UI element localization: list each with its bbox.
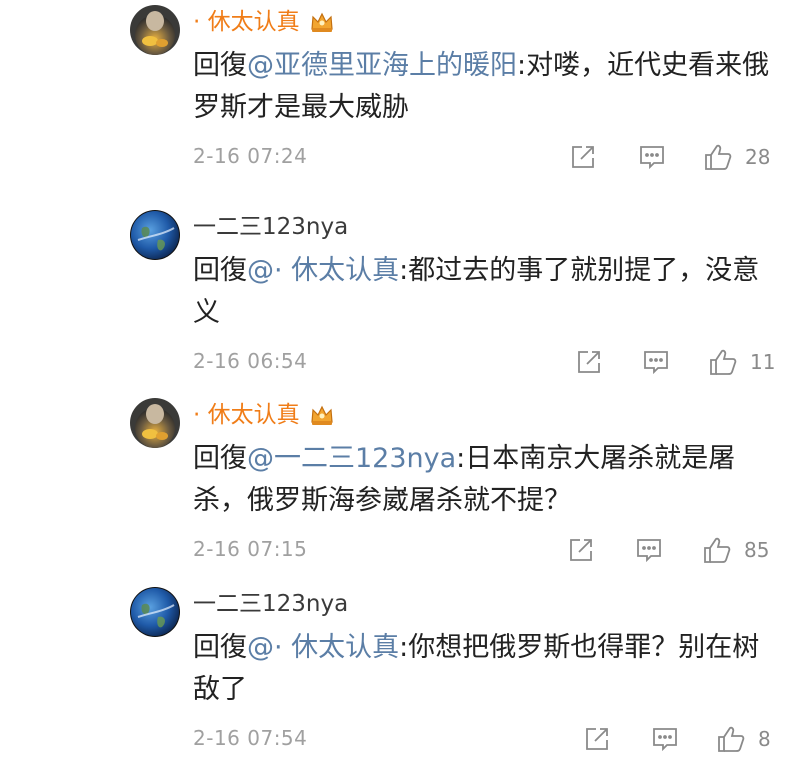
comment-icon[interactable]	[650, 724, 680, 754]
reply-prefix: 回復	[193, 632, 247, 663]
comment-item: · 休太认真 回復@亚德里亚海上的暖阳:对喽，近代史看来俄罗斯才是最大威胁 2-…	[0, 0, 800, 190]
reply-prefix: 回復	[193, 50, 247, 81]
mention-link[interactable]: @· 休太认真	[247, 632, 399, 663]
share-icon[interactable]	[574, 347, 604, 377]
crown-badge-icon	[310, 10, 334, 42]
comment-item: · 休太认真 回復@一二三123nya:日本南京大屠杀就是屠杀，俄罗斯海参崴屠杀…	[0, 393, 800, 583]
timestamp: 2-16 06:54	[193, 349, 308, 373]
reply-prefix: 回復	[193, 255, 247, 286]
comment-icon[interactable]	[637, 142, 667, 172]
comment-icon[interactable]	[634, 535, 664, 565]
comment-text: 回復@· 休太认真:都过去的事了就别提了，没意义	[193, 250, 778, 334]
like-count: 8	[758, 727, 771, 751]
comment-text: 回復@亚德里亚海上的暖阳:对喽，近代史看来俄罗斯才是最大威胁	[193, 45, 778, 129]
reply-prefix: 回復	[193, 443, 247, 474]
username-text: 一二三123nya	[193, 591, 349, 617]
mention-link[interactable]: @一二三123nya	[247, 443, 456, 474]
username[interactable]: 一二三123nya	[193, 211, 348, 243]
like-count: 28	[745, 145, 771, 169]
timestamp: 2-16 07:24	[193, 144, 308, 168]
comment-text: 回復@一二三123nya:日本南京大屠杀就是屠杀，俄罗斯海参崴屠杀就不提？	[193, 438, 778, 522]
like-count: 11	[750, 350, 776, 374]
crown-badge-icon	[310, 403, 334, 435]
mention-link[interactable]: @亚德里亚海上的暖阳	[247, 50, 517, 81]
share-icon[interactable]	[582, 724, 612, 754]
share-icon[interactable]	[568, 142, 598, 172]
comment-text: 回復@· 休太认真:你想把俄罗斯也得罪？别在树敌了	[193, 627, 778, 711]
like-icon[interactable]	[716, 724, 746, 754]
username[interactable]: 一二三123nya	[193, 588, 348, 620]
username[interactable]: · 休太认真	[193, 399, 334, 435]
avatar[interactable]	[130, 5, 180, 55]
comment-icon[interactable]	[641, 347, 671, 377]
comment-item: 一二三123nya 回復@· 休太认真:都过去的事了就别提了，没意义 2-16 …	[0, 205, 800, 395]
timestamp: 2-16 07:15	[193, 537, 308, 561]
comment-item: 一二三123nya 回復@· 休太认真:你想把俄罗斯也得罪？别在树敌了 2-16…	[0, 582, 800, 772]
avatar[interactable]	[130, 398, 180, 448]
like-icon[interactable]	[703, 142, 733, 172]
mention-link[interactable]: @· 休太认真	[247, 255, 399, 286]
username-text: · 休太认真	[193, 9, 300, 35]
like-icon[interactable]	[702, 535, 732, 565]
avatar[interactable]	[130, 587, 180, 637]
avatar[interactable]	[130, 210, 180, 260]
username[interactable]: · 休太认真	[193, 6, 334, 42]
timestamp: 2-16 07:54	[193, 726, 308, 750]
username-text: 一二三123nya	[193, 214, 349, 240]
like-count: 85	[744, 538, 770, 562]
username-text: · 休太认真	[193, 402, 300, 428]
like-icon[interactable]	[708, 347, 738, 377]
share-icon[interactable]	[566, 535, 596, 565]
